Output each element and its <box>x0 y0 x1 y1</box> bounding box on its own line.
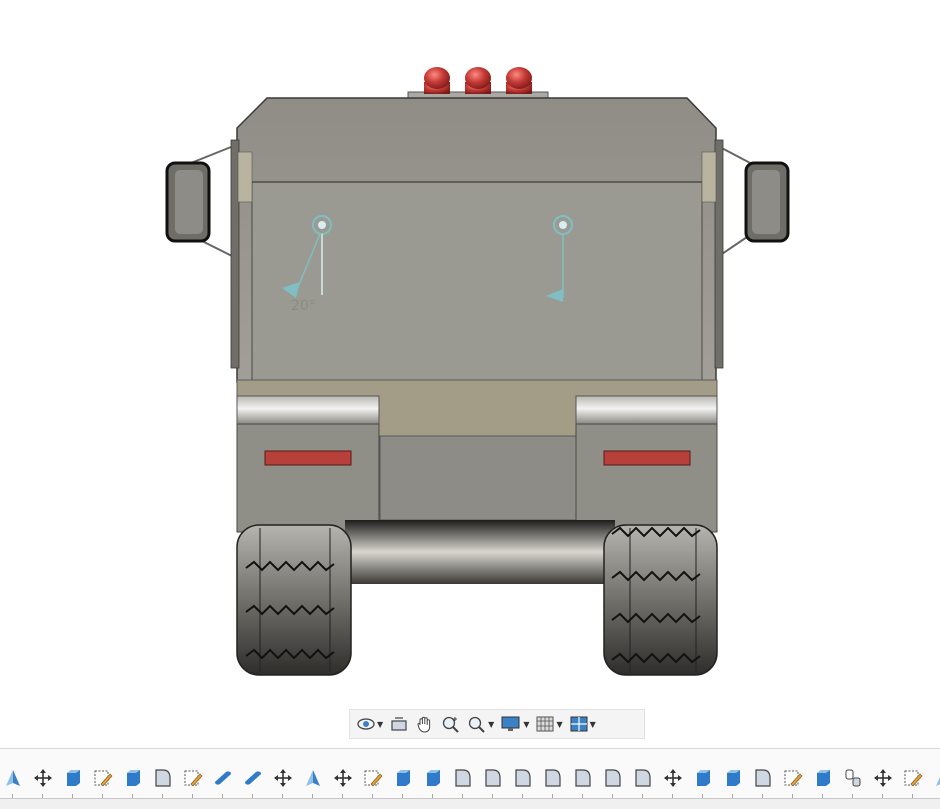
pan-button[interactable] <box>413 712 437 736</box>
fit-icon <box>469 716 485 733</box>
fillet-feature-icon <box>485 769 501 787</box>
cylinder-feature-icon <box>244 771 262 785</box>
fillet-feature-icon <box>515 769 531 787</box>
box-feature-icon <box>67 770 80 786</box>
pan-icon <box>417 716 431 733</box>
timeline-feature-12[interactable] <box>330 765 356 799</box>
fillet-feature-icon <box>635 769 651 787</box>
timeline-feature-22[interactable] <box>630 765 656 799</box>
timeline-feature-15[interactable] <box>420 765 446 799</box>
timeline-feature-2[interactable] <box>30 765 56 799</box>
truck-model: 20° <box>165 67 790 676</box>
design-timeline <box>0 748 940 809</box>
timeline-feature-30[interactable] <box>870 765 896 799</box>
move-feature-icon <box>874 769 892 787</box>
timeline-feature-31[interactable] <box>900 765 926 799</box>
sketch-feature-icon <box>784 770 803 787</box>
fillet-feature-icon <box>605 769 621 787</box>
timeline-feature-14[interactable] <box>390 765 416 799</box>
timeline-feature-4[interactable] <box>90 765 116 799</box>
sketch-feature-icon <box>94 770 113 787</box>
display-settings-button[interactable]: ▼ <box>498 712 531 736</box>
canvas-viewport[interactable]: 20° <box>0 0 940 700</box>
triangle-feature-icon <box>936 776 940 786</box>
triangle-feature-icon <box>6 770 20 786</box>
timeline-feature-5[interactable] <box>120 765 146 799</box>
timeline-feature-13[interactable] <box>360 765 386 799</box>
timeline-feature-8[interactable] <box>210 765 236 799</box>
viewports-button[interactable]: ▼ <box>567 712 598 736</box>
fillet-feature-icon <box>155 769 171 787</box>
timeline-feature-20[interactable] <box>570 765 596 799</box>
timeline-feature-32[interactable] <box>930 765 940 791</box>
sketch-dimension-label: 20° <box>291 298 316 314</box>
sketch-feature-icon <box>184 770 203 787</box>
timeline-feature-28[interactable] <box>810 765 836 799</box>
timeline-feature-7[interactable] <box>180 765 206 799</box>
display-settings-icon <box>501 716 520 731</box>
zoom-button[interactable] <box>439 712 463 736</box>
orbit-button[interactable]: ▼ <box>354 712 385 736</box>
look-at-button[interactable] <box>387 712 411 736</box>
beacon-lights <box>407 67 549 99</box>
timeline-feature-24[interactable] <box>690 765 716 799</box>
move-feature-icon <box>34 769 52 787</box>
cylinder-feature-icon <box>214 771 232 785</box>
zoom-icon <box>443 716 459 733</box>
cab-body <box>230 97 724 383</box>
box-feature-icon <box>127 770 140 786</box>
timeline-feature-18[interactable] <box>510 765 536 799</box>
fillet-feature-icon <box>755 769 771 787</box>
axle <box>345 520 615 584</box>
timeline-feature-9[interactable] <box>240 765 266 799</box>
triangle-feature-icon <box>306 770 320 786</box>
rear-center-panel <box>379 435 577 521</box>
timeline-feature-16[interactable] <box>450 765 476 799</box>
fillet-feature-icon <box>455 769 471 787</box>
timeline-track <box>0 763 940 799</box>
joint-feature-icon <box>845 769 861 787</box>
look-at-icon <box>391 717 407 731</box>
timeline-rail[interactable] <box>0 798 940 809</box>
timeline-feature-25[interactable] <box>720 765 746 799</box>
timeline-feature-6[interactable] <box>150 765 176 799</box>
timeline-feature-27[interactable] <box>780 765 806 799</box>
timeline-feature-26[interactable] <box>750 765 776 799</box>
timeline-feature-10[interactable] <box>270 765 296 799</box>
move-feature-icon <box>274 769 292 787</box>
move-feature-icon <box>664 769 682 787</box>
timeline-feature-29[interactable] <box>840 765 866 799</box>
fillet-feature-icon <box>575 769 591 787</box>
sketch-feature-icon <box>364 770 383 787</box>
grid-button[interactable]: ▼ <box>533 712 564 736</box>
timeline-feature-17[interactable] <box>480 765 506 799</box>
navigation-toolbar: ▼ ▼ ▼ ▼ ▼ <box>349 709 645 739</box>
timeline-feature-11[interactable] <box>300 765 326 799</box>
box-feature-icon <box>427 770 440 786</box>
orbit-icon <box>357 718 375 730</box>
fit-button[interactable]: ▼ <box>465 712 496 736</box>
sketch-feature-icon <box>904 770 923 787</box>
box-feature-icon <box>697 770 710 786</box>
box-feature-icon <box>817 770 830 786</box>
fillet-feature-icon <box>545 769 561 787</box>
grid-icon <box>536 716 554 732</box>
box-feature-icon <box>397 770 410 786</box>
viewports-icon <box>570 716 588 732</box>
move-feature-icon <box>334 769 352 787</box>
timeline-feature-21[interactable] <box>600 765 626 799</box>
timeline-feature-23[interactable] <box>660 765 686 799</box>
box-feature-icon <box>727 770 740 786</box>
timeline-feature-1[interactable] <box>0 765 26 799</box>
timeline-feature-3[interactable] <box>60 765 86 799</box>
timeline-feature-19[interactable] <box>540 765 566 799</box>
